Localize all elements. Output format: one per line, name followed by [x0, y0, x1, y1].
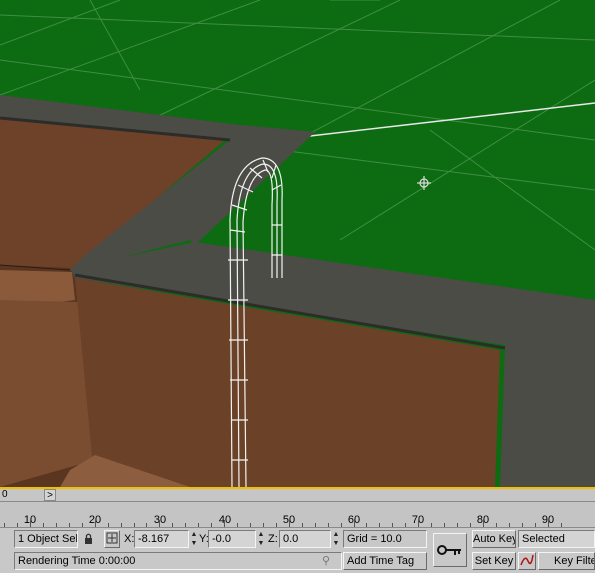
ruler-tick [547, 520, 549, 527]
y-spinner[interactable]: ▲ ▼ [257, 530, 265, 548]
ruler-tick [249, 523, 251, 527]
absolute-mode-icon[interactable] [104, 530, 120, 548]
ruler-tick [42, 523, 44, 527]
y-coordinate-field[interactable]: -0.0 [208, 530, 256, 548]
ruler-tick [198, 523, 200, 527]
ruler-tick [4, 523, 6, 527]
key-filter-selection[interactable]: Selected [518, 530, 595, 548]
ruler-tick [275, 523, 277, 527]
ruler-tick [68, 523, 70, 527]
ruler-tick [469, 523, 471, 527]
ruler-tick [521, 523, 523, 527]
ruler-tick [444, 523, 446, 527]
x-label: X: [124, 533, 135, 545]
ruler-tick [366, 523, 368, 527]
time-slider[interactable]: 0 > [0, 487, 595, 501]
perspective-viewport[interactable] [0, 0, 595, 487]
rendering-time: Rendering Time 0:00:00 [14, 552, 342, 570]
lock-icon[interactable] [82, 530, 96, 548]
time-tag-icon: ⚲ [322, 555, 331, 567]
auto-key-button[interactable]: Auto Key [472, 530, 516, 548]
add-time-tag-button[interactable]: Add Time Tag [343, 552, 427, 570]
key-mode-button[interactable] [433, 533, 467, 567]
ruler-tick [172, 523, 174, 527]
ruler-tick [288, 520, 290, 527]
ruler-tick [405, 523, 407, 527]
ruler-tick [353, 520, 355, 527]
key-filters-button[interactable]: Key Filters... [538, 552, 595, 570]
ruler-tick [133, 523, 135, 527]
ruler-tick [94, 520, 96, 527]
ruler-tick [327, 523, 329, 527]
ruler-tick [482, 520, 484, 527]
ruler-tick [314, 523, 316, 527]
next-frame-button[interactable]: > [44, 489, 56, 501]
z-label: Z: [268, 533, 278, 545]
ruler-tick [508, 523, 510, 527]
curve-editor-icon[interactable] [518, 552, 536, 570]
ruler-tick [107, 523, 109, 527]
ruler-tick [185, 523, 187, 527]
ruler-tick [224, 520, 226, 527]
ruler-tick [457, 523, 459, 527]
frame-indicator: 0 [2, 489, 8, 500]
ruler-tick [262, 523, 264, 527]
z-spinner[interactable]: ▲ ▼ [332, 530, 340, 548]
ruler-tick [211, 523, 213, 527]
ruler-tick [237, 523, 239, 527]
ruler-tick [534, 523, 536, 527]
selection-count: 1 Object Sele [14, 530, 78, 548]
ruler-tick [379, 523, 381, 527]
ruler-tick [340, 523, 342, 527]
ruler-tick [146, 523, 148, 527]
key-icon [437, 545, 461, 556]
ruler-tick [17, 523, 19, 527]
ruler-tick [495, 523, 497, 527]
grid-size: Grid = 10.0 [343, 530, 427, 548]
ruler-tick [30, 520, 31, 527]
ruler-tick [55, 523, 57, 527]
z-coordinate-field[interactable]: 0.0 [279, 530, 331, 548]
ruler-tick [418, 520, 420, 527]
ruler-tick [159, 520, 161, 527]
status-bar: 1 Object Sele X: -8.167 ▲ ▼ Y: -0.0 ▲ ▼ Z:… [0, 528, 595, 573]
ruler-tick [301, 523, 303, 527]
track-bar-ruler[interactable]: 10 20 30 40 50 60 70 80 90 [0, 501, 595, 528]
ruler-tick [431, 523, 433, 527]
ruler-tick [560, 523, 562, 527]
ruler-tick [81, 523, 83, 527]
ruler-tick [120, 523, 122, 527]
set-key-button[interactable]: Set Key [472, 552, 516, 570]
x-coordinate-field[interactable]: -8.167 [134, 530, 189, 548]
ruler-tick [392, 523, 394, 527]
x-spinner[interactable]: ▲ ▼ [190, 530, 198, 548]
